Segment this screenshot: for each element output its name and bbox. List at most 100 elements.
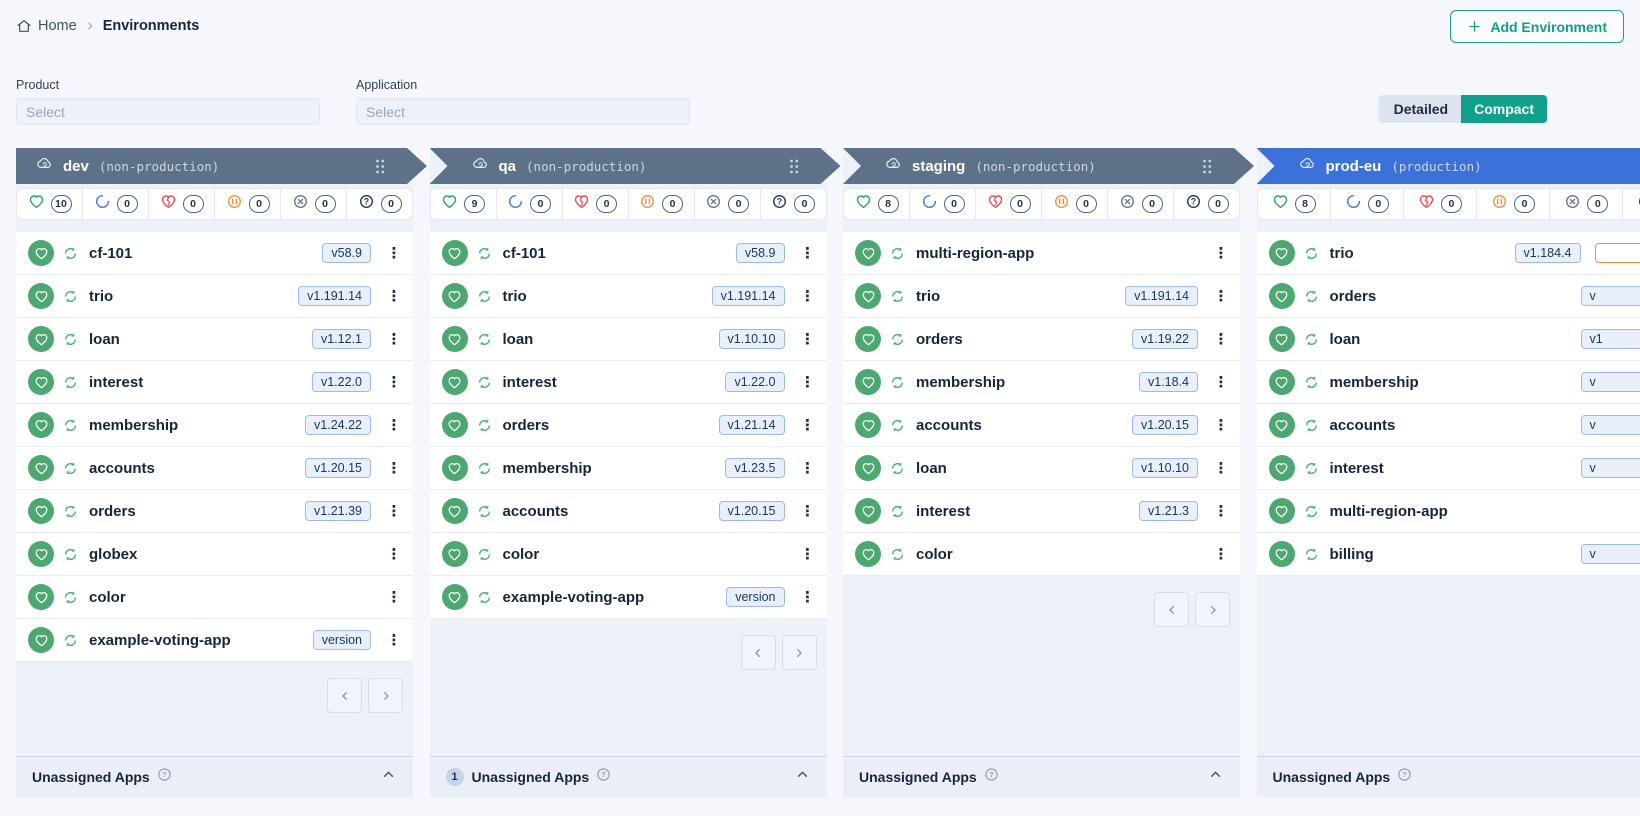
- app-row[interactable]: cf-101v58.9⋮: [430, 232, 827, 275]
- app-menu-button[interactable]: ⋮: [385, 330, 403, 348]
- unassigned-apps-footer[interactable]: Unassigned Apps?: [1257, 756, 1640, 797]
- app-menu-button[interactable]: ⋮: [799, 330, 817, 348]
- app-menu-button[interactable]: ⋮: [385, 502, 403, 520]
- prev-page-button[interactable]: [1154, 592, 1189, 627]
- unassigned-apps-footer[interactable]: Unassigned Apps?: [16, 756, 413, 797]
- version-badge[interactable]: v: [1581, 372, 1640, 392]
- version-badge[interactable]: v1.22.0: [725, 372, 784, 392]
- version-badge[interactable]: v1.191.14: [1125, 286, 1198, 306]
- app-row[interactable]: accountsv1.20.15⋮: [430, 490, 827, 533]
- version-badge[interactable]: v1.12.1: [312, 329, 371, 349]
- app-row[interactable]: globex⋮: [16, 533, 413, 576]
- app-row[interactable]: ordersv1.19.22⋮: [843, 318, 1240, 361]
- app-row[interactable]: triov1.191.14⋮: [430, 275, 827, 318]
- version-badge[interactable]: v1.23.5: [725, 458, 784, 478]
- counter-degraded[interactable]: 0: [149, 189, 215, 219]
- version-badge[interactable]: v: [1581, 458, 1640, 478]
- app-row[interactable]: membershipv1.18.4⋮: [843, 361, 1240, 404]
- app-menu-button[interactable]: ⋮: [799, 373, 817, 391]
- app-row[interactable]: ordersv⋮: [1257, 275, 1640, 318]
- counter-suspended[interactable]: 0: [1042, 189, 1108, 219]
- app-row[interactable]: triov1.184.4 ⋮: [1257, 232, 1640, 275]
- app-menu-button[interactable]: ⋮: [799, 244, 817, 262]
- app-row[interactable]: membershipv1.24.22⋮: [16, 404, 413, 447]
- app-menu-button[interactable]: ⋮: [799, 416, 817, 434]
- app-menu-button[interactable]: ⋮: [385, 416, 403, 434]
- app-menu-button[interactable]: ⋮: [1212, 373, 1230, 391]
- app-menu-button[interactable]: ⋮: [385, 631, 403, 649]
- app-menu-button[interactable]: ⋮: [1212, 330, 1230, 348]
- version-badge[interactable]: v1: [1581, 329, 1640, 349]
- version-badge[interactable]: v: [1581, 544, 1640, 564]
- app-row[interactable]: loanv1⋮: [1257, 318, 1640, 361]
- version-badge[interactable]: v1.24.22: [305, 415, 371, 435]
- counter-degraded[interactable]: 0: [1404, 189, 1477, 219]
- app-row[interactable]: color⋮: [16, 576, 413, 619]
- app-menu-button[interactable]: ⋮: [799, 459, 817, 477]
- counter-suspended[interactable]: 0: [1477, 189, 1550, 219]
- counter-suspended[interactable]: 0: [629, 189, 695, 219]
- version-badge[interactable]: v1.19.22: [1132, 329, 1198, 349]
- collapse-chevron-icon[interactable]: [1207, 766, 1224, 788]
- counter-healthy[interactable]: 9: [431, 189, 497, 219]
- app-row[interactable]: triov1.191.14⋮: [843, 275, 1240, 318]
- app-row[interactable]: interestv1.21.3⋮: [843, 490, 1240, 533]
- version-badge[interactable]: v1.20.15: [719, 501, 785, 521]
- app-menu-button[interactable]: ⋮: [1212, 502, 1230, 520]
- counter-unknown[interactable]: ?0: [1623, 189, 1640, 219]
- app-row[interactable]: color⋮: [430, 533, 827, 576]
- app-row[interactable]: accountsv1.20.15⋮: [843, 404, 1240, 447]
- counter-unknown[interactable]: ?0: [761, 189, 826, 219]
- version-badge[interactable]: version: [726, 587, 784, 607]
- collapse-chevron-icon[interactable]: [380, 766, 397, 788]
- app-row[interactable]: accountsv1.20.15⋮: [16, 447, 413, 490]
- app-menu-button[interactable]: ⋮: [1212, 244, 1230, 262]
- counter-degraded[interactable]: 0: [976, 189, 1042, 219]
- app-row[interactable]: interestv⋮: [1257, 447, 1640, 490]
- counter-progressing[interactable]: 0: [83, 189, 149, 219]
- app-row[interactable]: ordersv1.21.39⋮: [16, 490, 413, 533]
- app-menu-button[interactable]: ⋮: [385, 459, 403, 477]
- version-badge[interactable]: v: [1581, 415, 1640, 435]
- counter-progressing[interactable]: 0: [497, 189, 563, 219]
- app-row[interactable]: ordersv1.21.14⋮: [430, 404, 827, 447]
- counter-degraded[interactable]: 0: [563, 189, 629, 219]
- version-badge[interactable]: v58.9: [736, 243, 785, 263]
- app-row[interactable]: accountsv⋮: [1257, 404, 1640, 447]
- app-menu-button[interactable]: ⋮: [1212, 416, 1230, 434]
- drag-handle-icon[interactable]: [1200, 157, 1214, 181]
- prev-page-button[interactable]: [327, 678, 362, 713]
- app-menu-button[interactable]: ⋮: [385, 588, 403, 606]
- version-badge[interactable]: v1.21.14: [719, 415, 785, 435]
- app-row[interactable]: triov1.191.14⋮: [16, 275, 413, 318]
- version-badge[interactable]: v1.191.14: [298, 286, 371, 306]
- counter-unknown[interactable]: ?0: [1174, 189, 1239, 219]
- view-detailed-button[interactable]: Detailed: [1381, 95, 1461, 123]
- version-badge[interactable]: v1.10.10: [719, 329, 785, 349]
- view-compact-button[interactable]: Compact: [1461, 95, 1547, 123]
- application-select[interactable]: [356, 98, 690, 125]
- counter-missing[interactable]: 0: [281, 189, 347, 219]
- app-row[interactable]: example-voting-appversion⋮: [430, 576, 827, 619]
- counter-progressing[interactable]: 0: [1331, 189, 1404, 219]
- version-badge[interactable]: v1.18.4: [1139, 372, 1198, 392]
- app-menu-button[interactable]: ⋮: [799, 588, 817, 606]
- app-menu-button[interactable]: ⋮: [799, 287, 817, 305]
- app-row[interactable]: interestv1.22.0⋮: [430, 361, 827, 404]
- version-badge[interactable]: v: [1581, 286, 1640, 306]
- prev-page-button[interactable]: [741, 635, 776, 670]
- counter-missing[interactable]: 0: [1550, 189, 1623, 219]
- version-badge[interactable]: v1.184.4: [1515, 243, 1581, 263]
- version-badge[interactable]: v1.191.14: [712, 286, 785, 306]
- app-menu-button[interactable]: ⋮: [1212, 545, 1230, 563]
- app-menu-button[interactable]: ⋮: [385, 244, 403, 262]
- unassigned-apps-footer[interactable]: Unassigned Apps?: [843, 756, 1240, 797]
- app-row[interactable]: cf-101v58.9⋮: [16, 232, 413, 275]
- counter-progressing[interactable]: 0: [910, 189, 976, 219]
- next-page-button[interactable]: [1195, 592, 1230, 627]
- app-menu-button[interactable]: ⋮: [799, 545, 817, 563]
- app-row[interactable]: interestv1.22.0⋮: [16, 361, 413, 404]
- version-badge[interactable]: v1.21.3: [1139, 501, 1198, 521]
- version-badge[interactable]: v1.10.10: [1132, 458, 1198, 478]
- counter-missing[interactable]: 0: [1108, 189, 1174, 219]
